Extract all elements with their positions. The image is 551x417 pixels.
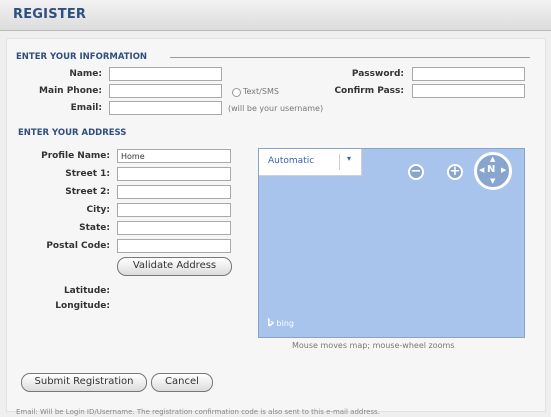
register-form: ENTER YOUR INFORMATION Name: Password: M… <box>6 38 546 412</box>
zoom-in-button[interactable]: + <box>447 164 463 180</box>
minus-icon: − <box>410 164 422 179</box>
info-section-divider <box>170 57 530 58</box>
map-view[interactable]: Automatic ▾ − + ▲ ◀ N ▶ ▼ bing <box>258 148 525 338</box>
confirm-pass-input[interactable] <box>412 84 525 98</box>
address-section-title: ENTER YOUR ADDRESS <box>18 128 127 138</box>
password-input[interactable] <box>412 67 525 81</box>
bing-logo: bing <box>267 318 294 328</box>
city-input[interactable] <box>117 203 231 217</box>
submit-registration-button[interactable]: Submit Registration <box>21 373 147 392</box>
pan-down-icon[interactable]: ▼ <box>490 177 495 185</box>
page-title: REGISTER <box>13 7 87 22</box>
footer-note: Email: Will be Login ID/Username. The re… <box>16 408 380 416</box>
pan-right-icon[interactable]: ▶ <box>501 166 506 174</box>
street2-input[interactable] <box>117 185 231 199</box>
state-label: State: <box>79 223 110 233</box>
postal-code-input[interactable] <box>117 239 231 253</box>
email-hint: (will be your username) <box>228 104 324 113</box>
postal-code-label: Postal Code: <box>46 241 110 251</box>
map-note: Mouse moves map; mouse-wheel zooms <box>292 341 455 350</box>
chevron-down-icon: ▾ <box>347 154 352 163</box>
password-label: Password: <box>351 69 404 79</box>
pan-up-icon[interactable]: ▲ <box>490 155 495 163</box>
email-label: Email: <box>70 103 102 113</box>
north-icon: N <box>487 164 496 175</box>
state-input[interactable] <box>117 221 231 235</box>
map-mode-dropdown[interactable]: Automatic ▾ <box>259 149 362 176</box>
latitude-label: Latitude: <box>63 286 110 296</box>
street2-label: Street 2: <box>65 187 110 197</box>
main-phone-label: Main Phone: <box>39 86 102 96</box>
plus-icon: + <box>449 164 461 179</box>
street1-input[interactable] <box>117 167 231 181</box>
zoom-out-button[interactable]: − <box>408 164 424 180</box>
pan-left-icon[interactable]: ◀ <box>479 166 484 174</box>
text-sms-radio[interactable] <box>232 88 241 97</box>
city-label: City: <box>86 205 110 215</box>
text-sms-label: Text/SMS <box>243 87 279 96</box>
bing-wordmark: bing <box>276 319 294 328</box>
profile-name-label: Profile Name: <box>41 151 110 161</box>
map-mode-label: Automatic <box>268 156 315 166</box>
longitude-label: Longitude: <box>55 301 110 311</box>
email-input[interactable] <box>109 101 222 115</box>
validate-address-button[interactable]: Validate Address <box>117 257 232 276</box>
bing-icon <box>268 318 274 327</box>
main-phone-input[interactable] <box>109 84 222 98</box>
profile-name-input[interactable] <box>117 149 231 163</box>
page-header: REGISTER <box>0 0 551 31</box>
info-section-title: ENTER YOUR INFORMATION <box>16 52 148 62</box>
name-label: Name: <box>69 69 102 79</box>
cancel-button[interactable]: Cancel <box>151 373 213 392</box>
confirm-pass-label: Confirm Pass: <box>334 86 404 96</box>
name-input[interactable] <box>109 67 222 81</box>
compass-control[interactable]: ▲ ◀ N ▶ ▼ <box>474 152 512 190</box>
dropdown-divider <box>339 154 340 170</box>
street1-label: Street 1: <box>65 169 110 179</box>
